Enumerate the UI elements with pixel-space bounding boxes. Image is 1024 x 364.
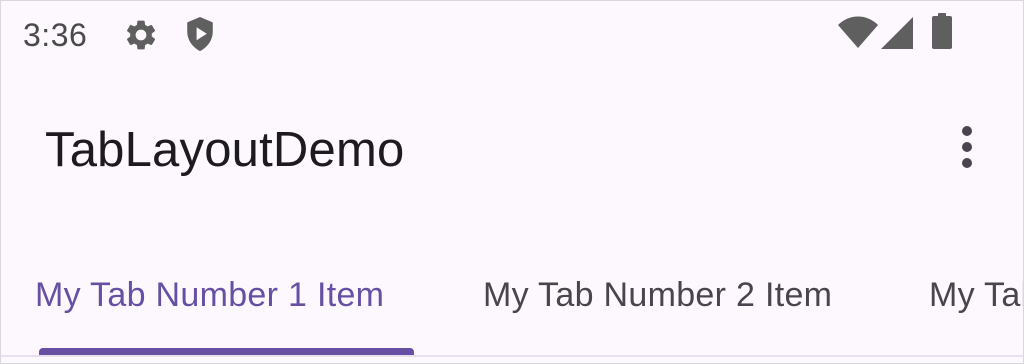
overflow-menu-button[interactable] [941, 119, 993, 183]
status-time: 3:36 [23, 17, 88, 53]
cellular-signal-icon [881, 17, 913, 49]
status-bar: 3:36 [1, 1, 1023, 69]
wifi-icon [838, 16, 878, 48]
battery-icon [932, 13, 952, 49]
top-app-bar: TabLayoutDemo [1, 69, 1023, 233]
app-screen: 3:36 TabLayoutDemo My Tab Number 1 Item … [0, 0, 1024, 364]
more-vert-icon [962, 126, 972, 168]
tab-2[interactable]: My Tab Number 2 Item [483, 273, 832, 317]
tab-divider [1, 355, 1023, 357]
shield-play-icon [187, 17, 213, 51]
tab-layout: My Tab Number 1 Item My Tab Number 2 Ite… [1, 233, 1023, 363]
gear-icon [127, 20, 156, 50]
app-title: TabLayoutDemo [45, 123, 405, 177]
tab-3[interactable]: My Tab Number 3 Item [929, 273, 1023, 317]
tab-1[interactable]: My Tab Number 1 Item [35, 273, 384, 317]
